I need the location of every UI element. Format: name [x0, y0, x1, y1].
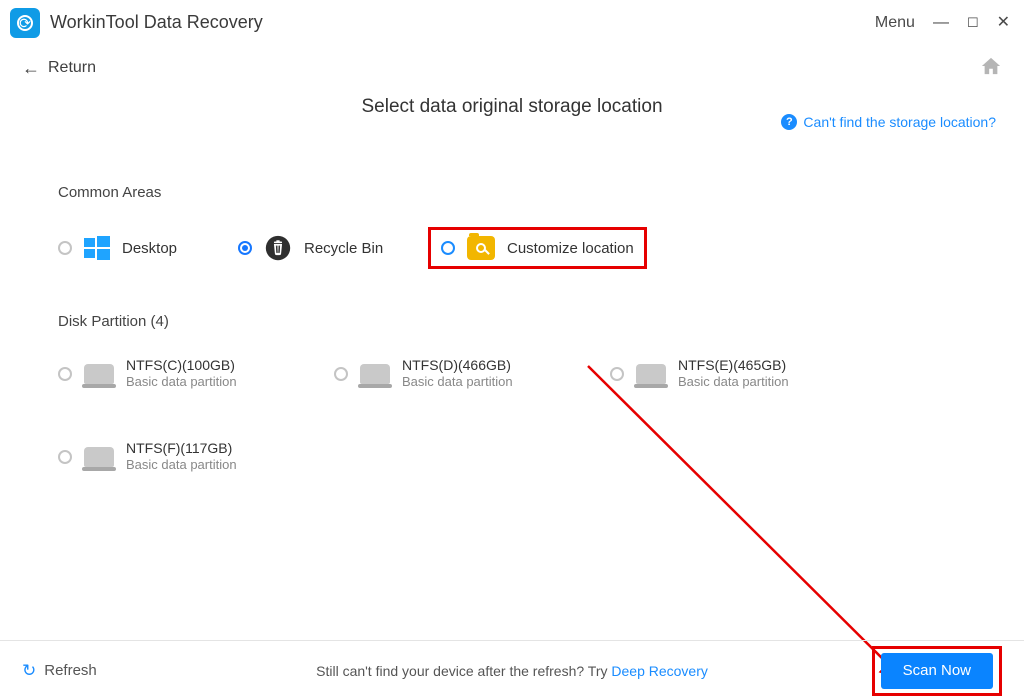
refresh-button[interactable]: ↻ Refresh [22, 661, 97, 681]
radio-icon [58, 367, 72, 381]
radio-icon [441, 241, 455, 255]
disk-name: NTFS(F)(117GB) [126, 439, 237, 457]
scan-now-highlight: Scan Now [872, 646, 1002, 696]
maximize-button[interactable]: ☐ [967, 16, 979, 29]
sub-header: ← Return [0, 46, 1024, 90]
radio-icon [610, 367, 624, 381]
footer-hint-prefix: Still can't find your device after the r… [316, 663, 611, 679]
common-area-customize[interactable]: Customize location [428, 227, 647, 269]
common-areas-row: Desktop [58, 227, 966, 269]
radio-icon [334, 367, 348, 381]
disk-desc: Basic data partition [678, 374, 789, 391]
drive-icon [360, 364, 390, 384]
folder-search-icon [467, 236, 495, 260]
disk-name: NTFS(C)(100GB) [126, 356, 237, 374]
return-label: Return [48, 59, 96, 77]
deep-recovery-link[interactable]: Deep Recovery [611, 663, 708, 679]
disk-item[interactable]: NTFS(E)(465GB)Basic data partition [610, 356, 886, 391]
disk-desc: Basic data partition [126, 374, 237, 391]
refresh-label: Refresh [44, 662, 97, 679]
disk-name: NTFS(E)(465GB) [678, 356, 789, 374]
footer-hint: Still can't find your device after the r… [316, 663, 708, 679]
help-icon: ? [781, 114, 797, 130]
common-area-customize-label: Customize location [507, 240, 634, 257]
help-find-location-link[interactable]: ? Can't find the storage location? [781, 114, 996, 130]
menu-button[interactable]: Menu [875, 14, 915, 32]
arrow-left-icon: ← [22, 58, 40, 79]
titlebar: ⟳ WorkinTool Data Recovery Menu — ☐ ✕ [0, 0, 1024, 46]
scan-now-button[interactable]: Scan Now [881, 653, 993, 689]
drive-icon [636, 364, 666, 384]
app-title: WorkinTool Data Recovery [50, 12, 263, 33]
minimize-button[interactable]: — [933, 15, 949, 31]
common-area-recyclebin-label: Recycle Bin [304, 240, 383, 257]
recycle-bin-icon [264, 235, 292, 261]
disk-item[interactable]: NTFS(C)(100GB)Basic data partition [58, 356, 334, 391]
radio-icon [238, 241, 252, 255]
disk-name: NTFS(D)(466GB) [402, 356, 513, 374]
disk-item[interactable]: NTFS(D)(466GB)Basic data partition [334, 356, 610, 391]
refresh-icon: ↻ [22, 661, 36, 681]
home-icon[interactable] [980, 56, 1002, 81]
close-button[interactable]: ✕ [997, 15, 1010, 31]
footer-bar: ↻ Refresh Still can't find your device a… [0, 640, 1024, 700]
radio-icon [58, 450, 72, 464]
common-areas-label: Common Areas [58, 184, 966, 201]
content: Common Areas Desktop [24, 184, 1000, 474]
windows-icon [84, 236, 110, 260]
app-logo: ⟳ [10, 8, 40, 38]
disk-item[interactable]: NTFS(F)(117GB)Basic data partition [58, 439, 334, 474]
common-area-desktop-label: Desktop [122, 240, 177, 257]
disk-desc: Basic data partition [126, 457, 237, 474]
drive-icon [84, 364, 114, 384]
return-button[interactable]: ← Return [22, 58, 96, 79]
drive-icon [84, 447, 114, 467]
disk-desc: Basic data partition [402, 374, 513, 391]
disk-partition-label: Disk Partition (4) [58, 313, 966, 330]
common-area-recyclebin[interactable]: Recycle Bin [238, 235, 428, 261]
help-link-label: Can't find the storage location? [803, 114, 996, 130]
main-area: Select data original storage location ? … [0, 90, 1024, 640]
disk-partition-grid: NTFS(C)(100GB)Basic data partitionNTFS(D… [58, 356, 966, 474]
common-area-desktop[interactable]: Desktop [58, 236, 238, 260]
radio-icon [58, 241, 72, 255]
